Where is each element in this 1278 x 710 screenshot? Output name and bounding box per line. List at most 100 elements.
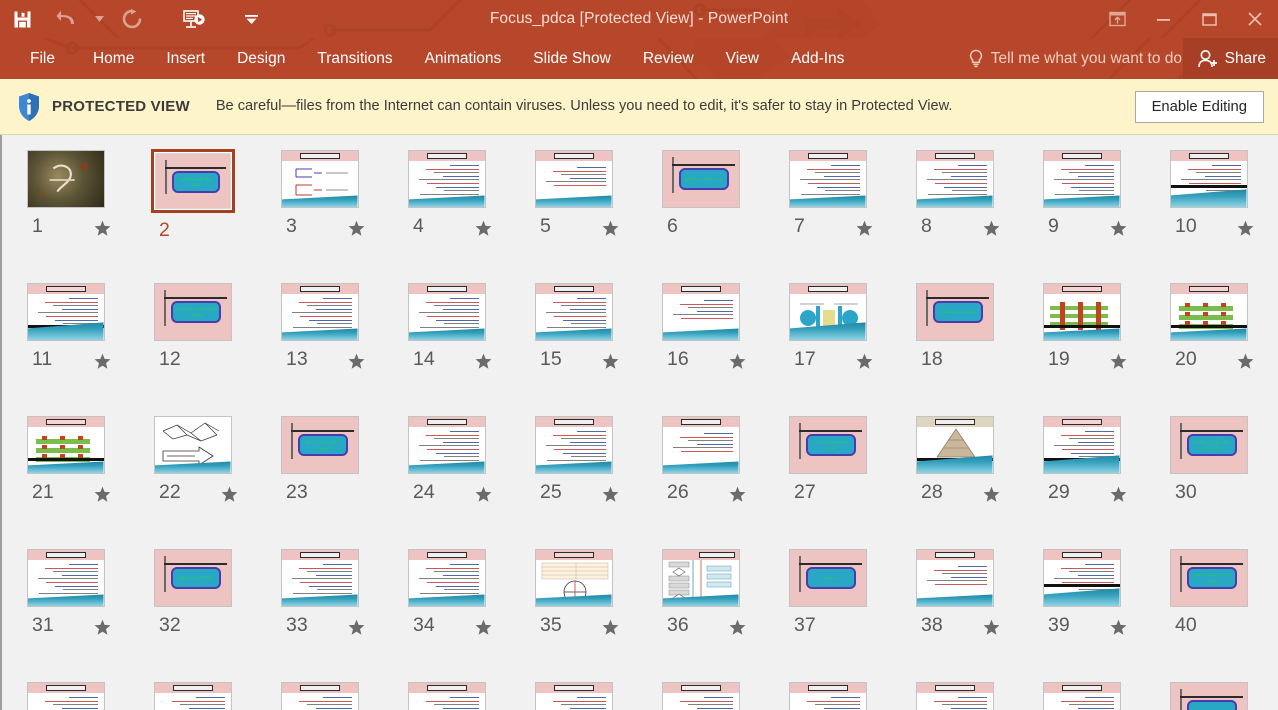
slide-animation-star-icon[interactable] <box>983 619 1000 636</box>
slide-thumbnail-28[interactable]: 28 <box>891 415 1018 548</box>
slide-animation-star-icon[interactable] <box>729 619 746 636</box>
tab-transitions[interactable]: Transitions <box>301 38 408 79</box>
slide-thumbnail-16[interactable]: 16 <box>637 282 764 415</box>
slide-thumbnail-40[interactable]: أدوات وأساليب تحسين الجودة 40 <box>1145 548 1272 681</box>
slide-thumbnail-image[interactable]: منبع القانون الطبيعية الكاملة <box>150 149 235 213</box>
slide-thumbnail-image[interactable] <box>26 681 106 710</box>
slide-thumbnail[interactable] <box>256 681 383 710</box>
slide-thumbnail-image[interactable] <box>1169 282 1249 342</box>
slide-thumbnail-36[interactable]: 36 <box>637 548 764 681</box>
slide-thumbnail[interactable] <box>129 681 256 710</box>
slide-thumbnail-14[interactable]: 14 <box>383 282 510 415</box>
slide-thumbnail-2[interactable]: منبع القانون الطبيعية الكاملة 2 <box>129 149 256 282</box>
close-icon[interactable] <box>1232 4 1278 34</box>
slide-thumbnail-17[interactable]: 17 <box>764 282 891 415</box>
slide-thumbnail-image[interactable] <box>280 149 360 209</box>
slide-animation-star-icon[interactable] <box>729 353 746 370</box>
slide-thumbnail-image[interactable] <box>534 548 614 608</box>
minimize-icon[interactable] <box>1140 4 1186 34</box>
slide-thumbnail-image[interactable] <box>407 548 487 608</box>
slide-thumbnail-image[interactable] <box>26 415 106 475</box>
restore-icon[interactable] <box>1186 4 1232 34</box>
slide-thumbnail[interactable] <box>1145 681 1272 710</box>
slide-thumbnail-image[interactable] <box>661 415 741 475</box>
slide-thumbnail-image[interactable]: المرحلة التالية PDCA <box>153 548 233 608</box>
slide-thumbnail-8[interactable]: 8 <box>891 149 1018 282</box>
slide-thumbnail-image[interactable] <box>534 282 614 342</box>
slide-thumbnail[interactable] <box>764 681 891 710</box>
slide-thumbnail[interactable] <box>510 681 637 710</box>
slide-thumbnail-image[interactable] <box>915 415 995 475</box>
slide-animation-star-icon[interactable] <box>475 619 492 636</box>
slide-animation-star-icon[interactable] <box>94 220 111 237</box>
slide-thumbnail-30[interactable]: أدوات وأساليب الجودة ومعالجة الجودة 30 <box>1145 415 1272 548</box>
ribbon-display-options-icon[interactable] <box>1094 4 1140 34</box>
slide-thumbnail-1[interactable]: 1 <box>2 149 129 282</box>
slide-thumbnail-image[interactable] <box>1169 149 1249 209</box>
slide-thumbnail[interactable] <box>637 681 764 710</box>
slide-animation-star-icon[interactable] <box>1237 353 1254 370</box>
slide-thumbnail-image[interactable] <box>407 681 487 710</box>
slide-thumbnail-image[interactable] <box>407 282 487 342</box>
slide-thumbnail-24[interactable]: 24 <box>383 415 510 548</box>
slide-thumbnail-image[interactable] <box>280 681 360 710</box>
slide-thumbnail-image[interactable]: تحليل البيانات وجمع المعلومات <box>280 415 360 475</box>
slide-thumbnail-image[interactable] <box>153 681 233 710</box>
slide-thumbnail-image[interactable] <box>407 415 487 475</box>
tab-home[interactable]: Home <box>77 38 150 79</box>
slide-thumbnail-27[interactable]: خطة العمل وإجراءات العمل 27 <box>764 415 891 548</box>
slide-thumbnail-image[interactable] <box>915 548 995 608</box>
slide-thumbnail-image[interactable] <box>788 282 868 342</box>
enable-editing-button[interactable]: Enable Editing <box>1134 90 1264 123</box>
slide-animation-star-icon[interactable] <box>348 619 365 636</box>
slide-thumbnail-image[interactable] <box>534 681 614 710</box>
slide-thumbnail-image[interactable] <box>26 548 106 608</box>
ribbon-tabs[interactable]: File Home Insert Design Transitions Anim… <box>0 38 860 79</box>
slide-thumbnail-image[interactable]: أنشطة تحسين الجودة وحل المشكلات <box>153 282 233 342</box>
slide-thumbnail[interactable] <box>1018 681 1145 710</box>
slide-thumbnail-image[interactable]: خطوات حل المشكلات <box>915 282 995 342</box>
slide-thumbnail-10[interactable]: 10 <box>1145 149 1272 282</box>
slide-thumbnail-image[interactable] <box>1042 681 1122 710</box>
slide-thumbnail-22[interactable]: 22 <box>129 415 256 548</box>
slide-thumbnail-7[interactable]: 7 <box>764 149 891 282</box>
slide-thumbnail-image[interactable] <box>1042 282 1122 342</box>
slide-thumbnail-25[interactable]: 25 <box>510 415 637 548</box>
slide-thumbnail-13[interactable]: 13 <box>256 282 383 415</box>
slide-animation-star-icon[interactable] <box>983 486 1000 503</box>
tab-add-ins[interactable]: Add-Ins <box>775 38 860 79</box>
slide-animation-star-icon[interactable] <box>475 486 492 503</box>
slide-thumbnail-34[interactable]: 34 <box>383 548 510 681</box>
customize-quick-access-toolbar-icon[interactable] <box>240 1 262 37</box>
slide-thumbnail-9[interactable]: 9 <box>1018 149 1145 282</box>
slide-thumbnail-26[interactable]: 26 <box>637 415 764 548</box>
slide-thumbnail-image[interactable] <box>788 681 868 710</box>
slide-thumbnail-image[interactable] <box>915 149 995 209</box>
slide-animation-star-icon[interactable] <box>1110 486 1127 503</box>
slide-animation-star-icon[interactable] <box>348 220 365 237</box>
slide-thumbnail-image[interactable]: أدوات وأساليب الجودة ومعالجة الجودة <box>1169 415 1249 475</box>
slide-sorter-pane[interactable]: 1 منبع القانون الطبيعية الكاملة 2 3 4 5 تعريف … <box>0 135 1278 710</box>
quick-access-toolbar[interactable] <box>0 0 262 38</box>
slide-animation-star-icon[interactable] <box>475 220 492 237</box>
slide-thumbnail-image[interactable] <box>26 282 106 342</box>
slide-thumbnail-image[interactable] <box>534 149 614 209</box>
tab-review[interactable]: Review <box>627 38 710 79</box>
slide-thumbnail[interactable] <box>383 681 510 710</box>
tab-design[interactable]: Design <box>221 38 301 79</box>
start-from-beginning-icon[interactable] <box>172 1 216 37</box>
slide-animation-star-icon[interactable] <box>94 486 111 503</box>
slide-thumbnail-39[interactable]: 39 <box>1018 548 1145 681</box>
slide-thumbnail-18[interactable]: خطوات حل المشكلات 18 <box>891 282 1018 415</box>
slide-thumbnail-37[interactable]: مراجعة 37 <box>764 548 891 681</box>
slide-thumbnail-image[interactable] <box>661 681 741 710</box>
slide-thumbnail-image[interactable]: أدوات وأساليب تحسين الجودة <box>1169 548 1249 608</box>
slide-thumbnail-23[interactable]: تحليل البيانات وجمع المعلومات 23 <box>256 415 383 548</box>
slide-animation-star-icon[interactable] <box>475 353 492 370</box>
slide-thumbnail-image[interactable] <box>915 681 995 710</box>
tab-file[interactable]: File <box>0 38 77 79</box>
slide-animation-star-icon[interactable] <box>856 220 873 237</box>
slide-thumbnail-33[interactable]: 33 <box>256 548 383 681</box>
tab-view[interactable]: View <box>710 38 775 79</box>
slide-animation-star-icon[interactable] <box>1110 619 1127 636</box>
